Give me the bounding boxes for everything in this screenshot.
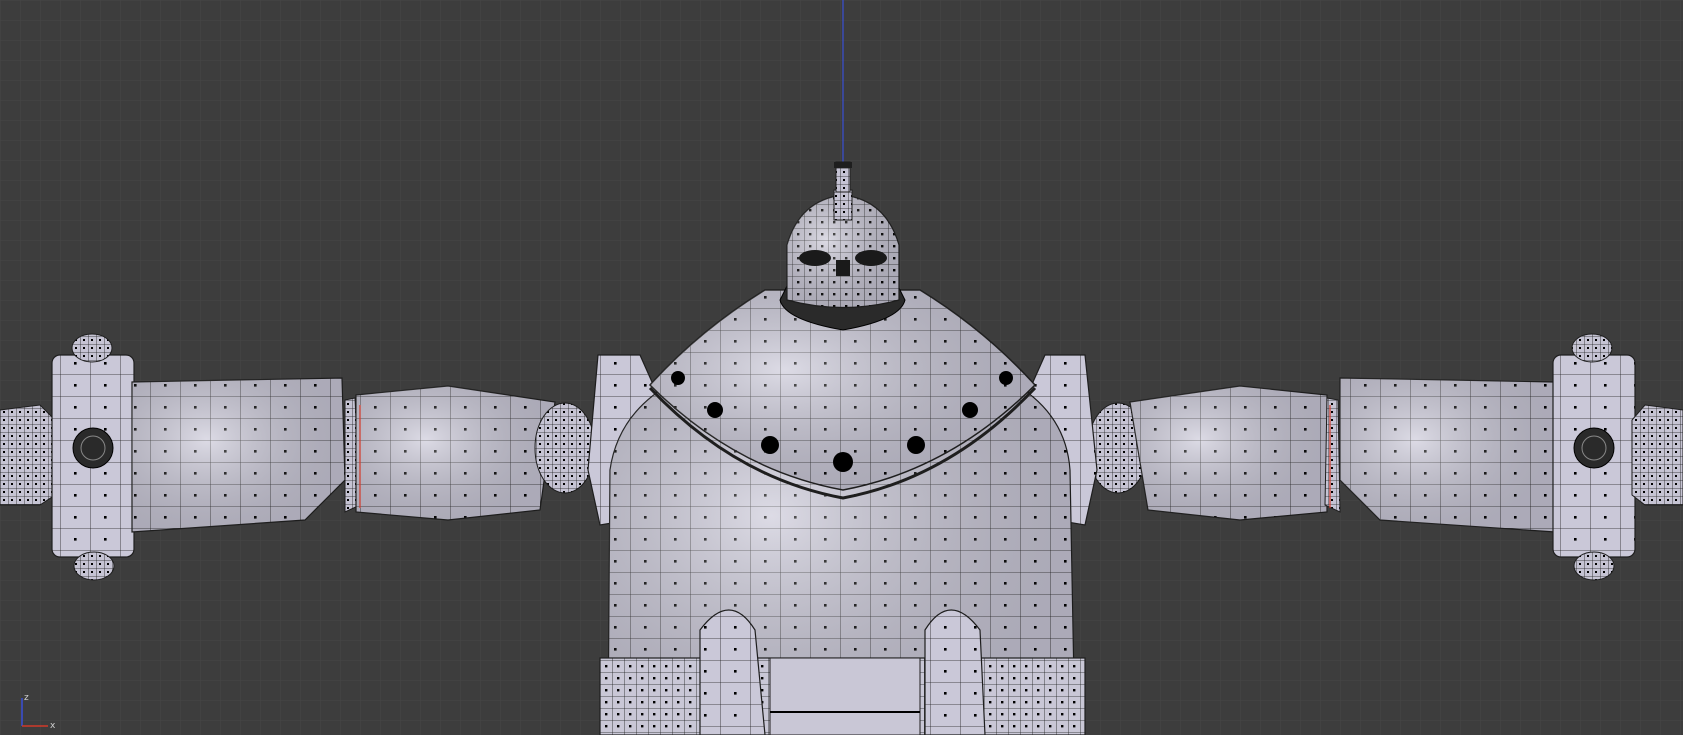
right-thigh [924,609,986,735]
axis-x-label: x [50,721,56,730]
right-upper-arm-shade [1130,386,1327,520]
collar-rivet [761,436,779,454]
right-hand-partial [1631,404,1683,506]
left-eye [799,250,831,266]
collar-rivet [671,371,685,385]
left-forearm-shade [132,378,345,532]
right-wrist-knob-top [1571,333,1613,363]
collar-rivet [907,436,925,454]
left-wrist-knob-bottom [73,551,115,581]
left-wrist-bolt [72,427,114,469]
left-upper-arm-shade [356,386,555,520]
left-hand-partial [0,404,56,506]
right-forearm-shade [1340,378,1555,532]
left-wrist-knob-top [71,333,113,363]
right-eye [855,250,887,266]
3d-viewport[interactable]: z x [0,0,1683,735]
right-elbow-ring [1324,397,1341,513]
collar-rivet [833,452,853,472]
head-stem [833,189,853,221]
antenna-tip [834,162,852,168]
axis-gizmo: z x [21,693,56,730]
collar-rivet [999,371,1013,385]
left-shoulder-ball [534,402,596,494]
nose-grille [836,260,850,276]
collar-rivet [962,402,978,418]
axis-z-label: z [24,693,29,703]
right-wrist-knob-bottom [1573,551,1615,581]
right-wrist-bolt [1573,427,1615,469]
collar-rivet [707,402,723,418]
mesh-scene[interactable] [0,0,1683,735]
belt-buckle-area [769,657,921,735]
